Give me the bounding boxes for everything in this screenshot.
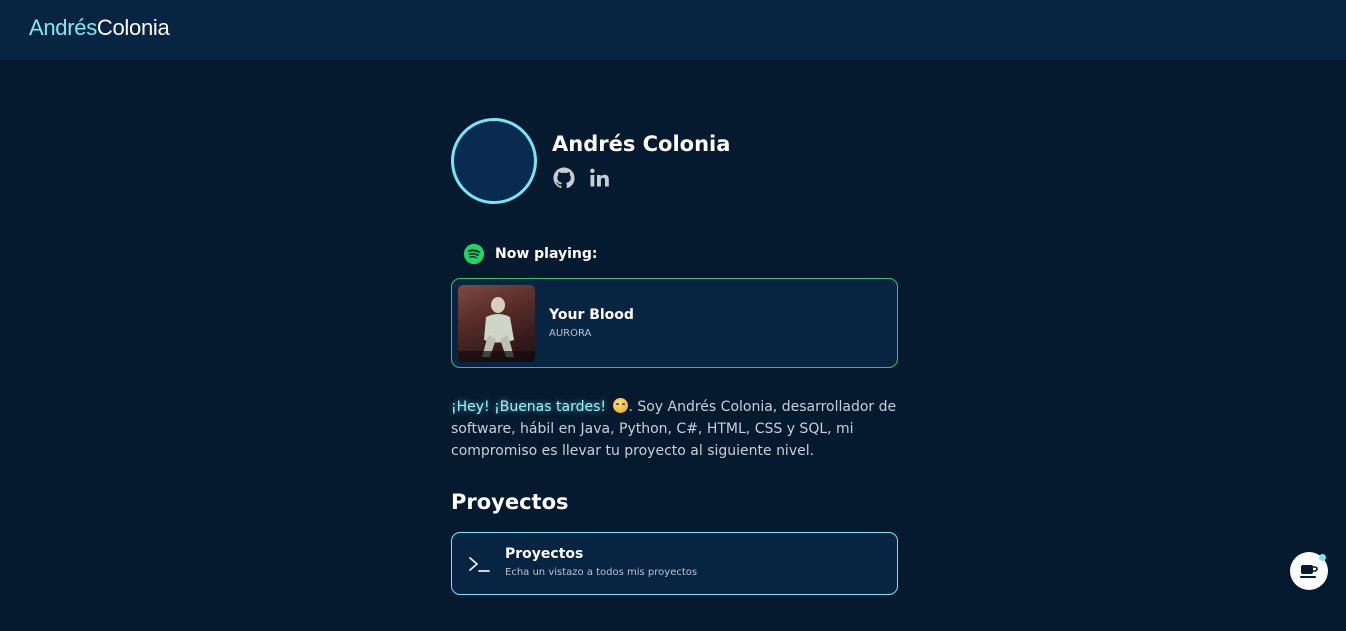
main-content: Andrés Colonia Now playing: Your Blood A…: [451, 118, 898, 595]
album-art-figure: [458, 297, 535, 362]
linkedin-link[interactable]: [588, 166, 612, 190]
github-icon: [553, 167, 575, 189]
social-links: [552, 166, 612, 190]
linkedin-icon: [590, 168, 609, 187]
top-navbar: AndrésColonia: [0, 0, 1346, 60]
projects-card-description: Echa un vistazo a todos mis proyectos: [505, 567, 698, 578]
bio-paragraph: ¡Hey! ¡Buenas tardes! . Soy Andrés Colon…: [451, 396, 898, 462]
coffee-button[interactable]: [1290, 552, 1328, 590]
projects-card-title: Proyectos: [505, 546, 584, 562]
projects-section-title: Proyectos: [451, 490, 569, 514]
avatar: [451, 118, 537, 204]
bio-greeting: ¡Hey! ¡Buenas tardes!: [451, 399, 606, 415]
profile-header: Andrés Colonia: [451, 118, 898, 204]
spotify-icon: [463, 243, 485, 265]
notification-dot: [1319, 554, 1326, 561]
coffee-cup-icon: [1300, 565, 1318, 578]
brand-last-name: Colonia: [96, 15, 170, 40]
track-artist: AURORA: [549, 328, 592, 339]
brand-first-name: Andrés: [29, 15, 97, 40]
now-playing-track-card[interactable]: Your Blood AURORA: [451, 278, 898, 368]
now-playing-header: Now playing:: [463, 243, 598, 265]
smiling-face-icon: [613, 398, 629, 413]
projects-card[interactable]: Proyectos Echa un vistazo a todos mis pr…: [451, 532, 898, 595]
github-link[interactable]: [552, 166, 576, 190]
album-art: [458, 285, 535, 362]
terminal-icon: [469, 557, 490, 572]
track-title: Your Blood: [549, 307, 634, 323]
now-playing-label: Now playing:: [495, 246, 598, 262]
profile-name: Andrés Colonia: [552, 132, 731, 156]
brand-logo[interactable]: AndrésColonia: [29, 15, 170, 41]
